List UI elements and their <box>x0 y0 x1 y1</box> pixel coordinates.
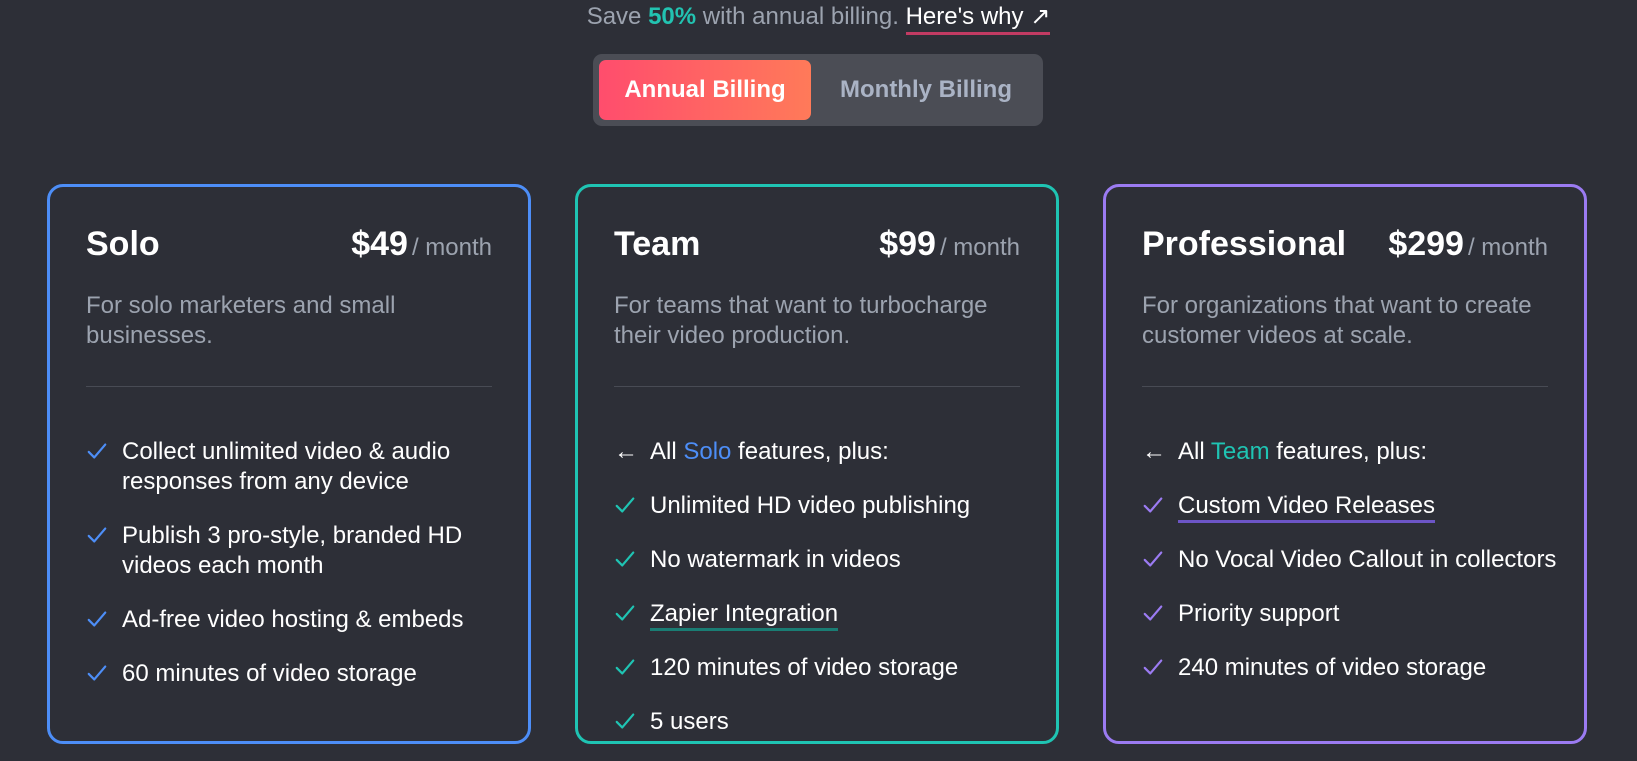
billing-savings-note: Save 50% with annual billing. Here's why… <box>0 0 1637 35</box>
plan-description: For organizations that want to create cu… <box>1142 292 1532 349</box>
feature-text: Unlimited HD video publishing <box>650 492 971 519</box>
plan-header: Team $99/ month <box>614 221 1020 271</box>
feature-item: 60 minutes of video storage <box>86 659 508 689</box>
feature-item: Ad-free video hosting & embeds <box>86 605 508 635</box>
plan-name: Team <box>614 225 701 263</box>
check-icon <box>87 665 107 681</box>
feature-item: 240 minutes of video storage <box>1142 653 1564 683</box>
feature-text: No watermark in videos <box>650 546 901 573</box>
check-icon <box>1143 551 1163 567</box>
check-icon <box>615 605 635 621</box>
feature-list: ← All Solo features, plus: Unlimited HD … <box>614 437 1036 761</box>
feature-item: No Vocal Video Callout in collectors <box>1142 545 1564 575</box>
check-icon <box>615 659 635 675</box>
check-icon <box>87 611 107 627</box>
plan-header: Professional $299/ month <box>1142 221 1548 271</box>
intro-prefix: All <box>1178 438 1211 465</box>
check-icon <box>1143 497 1163 513</box>
billing-toggle: Annual Billing Monthly Billing <box>593 54 1043 126</box>
feature-text: Publish 3 pro-style, branded HD videos e… <box>122 522 463 579</box>
intro-plan-name: Solo <box>683 438 732 465</box>
feature-item: Publish 3 pro-style, branded HD videos e… <box>86 521 508 581</box>
includes-previous-plan: ← All Team features, plus: <box>1142 437 1564 467</box>
monthly-billing-button[interactable]: Monthly Billing <box>815 60 1037 120</box>
price-amount: $299 <box>1388 225 1464 263</box>
feature-text: 240 minutes of video storage <box>1178 654 1487 681</box>
price-period: / month <box>1467 234 1548 261</box>
intro-prefix: All <box>650 438 684 465</box>
check-icon <box>615 551 635 567</box>
check-icon <box>87 443 107 459</box>
plan-card-solo: Solo $49/ month For solo marketers and s… <box>47 184 531 744</box>
intro-plan-name: Team <box>1210 438 1270 465</box>
divider <box>1142 386 1548 387</box>
includes-previous-plan: ← All Solo features, plus: <box>614 437 1036 467</box>
feature-text: 60 minutes of video storage <box>122 660 417 687</box>
feature-text: Ad-free video hosting & embeds <box>122 606 464 633</box>
plan-price: $49/ month <box>351 221 492 274</box>
check-icon <box>87 527 107 543</box>
divider <box>86 386 492 387</box>
feature-item: Custom Video Releases <box>1142 491 1564 523</box>
feature-text: 120 minutes of video storage <box>650 654 959 681</box>
price-period: / month <box>411 234 492 261</box>
arrow-left-icon: ← <box>1142 438 1166 465</box>
feature-list: ← All Team features, plus: Custom Video … <box>1142 437 1564 707</box>
feature-text: Priority support <box>1178 600 1340 627</box>
savings-prefix: Save <box>586 3 649 30</box>
feature-item: 5 users <box>614 707 1036 737</box>
feature-item: Collect unlimited video & audio response… <box>86 437 508 497</box>
zapier-integration-link[interactable]: Zapier Integration <box>650 600 839 631</box>
plan-price: $299/ month <box>1388 221 1548 274</box>
check-icon <box>615 713 635 729</box>
plan-description: For teams that want to turbocharge their… <box>614 292 988 349</box>
savings-percent: 50% <box>648 3 697 30</box>
check-icon <box>1143 659 1163 675</box>
plan-description: For solo marketers and small businesses. <box>86 292 396 349</box>
feature-text: No Vocal Video Callout in collectors <box>1178 546 1557 573</box>
check-icon <box>1143 605 1163 621</box>
feature-list: Collect unlimited video & audio response… <box>86 437 508 713</box>
price-period: / month <box>939 234 1020 261</box>
feature-item: Unlimited HD video publishing <box>614 491 1036 521</box>
plan-price: $99/ month <box>879 221 1020 274</box>
plan-name: Professional <box>1142 225 1347 263</box>
annual-billing-button[interactable]: Annual Billing <box>599 60 811 120</box>
plan-header: Solo $49/ month <box>86 221 492 271</box>
custom-video-releases-link[interactable]: Custom Video Releases <box>1178 492 1436 523</box>
intro-suffix: features, plus: <box>1269 438 1428 465</box>
feature-item: Zapier Integration <box>614 599 1036 631</box>
price-amount: $99 <box>879 225 936 263</box>
heres-why-link[interactable]: Here's why ↗ <box>905 3 1051 35</box>
plan-name: Solo <box>86 225 160 263</box>
feature-text: Collect unlimited video & audio response… <box>122 438 451 495</box>
feature-item: Priority support <box>1142 599 1564 629</box>
check-icon <box>615 497 635 513</box>
plan-card-professional: Professional $299/ month For organizatio… <box>1103 184 1587 744</box>
divider <box>614 386 1020 387</box>
arrow-left-icon: ← <box>614 438 638 465</box>
price-amount: $49 <box>351 225 408 263</box>
plan-card-team: Team $99/ month For teams that want to t… <box>575 184 1059 744</box>
feature-item: 120 minutes of video storage <box>614 653 1036 683</box>
intro-suffix: features, plus: <box>731 438 889 465</box>
savings-middle: with annual billing. <box>696 3 906 30</box>
feature-item: No watermark in videos <box>614 545 1036 575</box>
feature-text: 5 users <box>650 708 729 735</box>
